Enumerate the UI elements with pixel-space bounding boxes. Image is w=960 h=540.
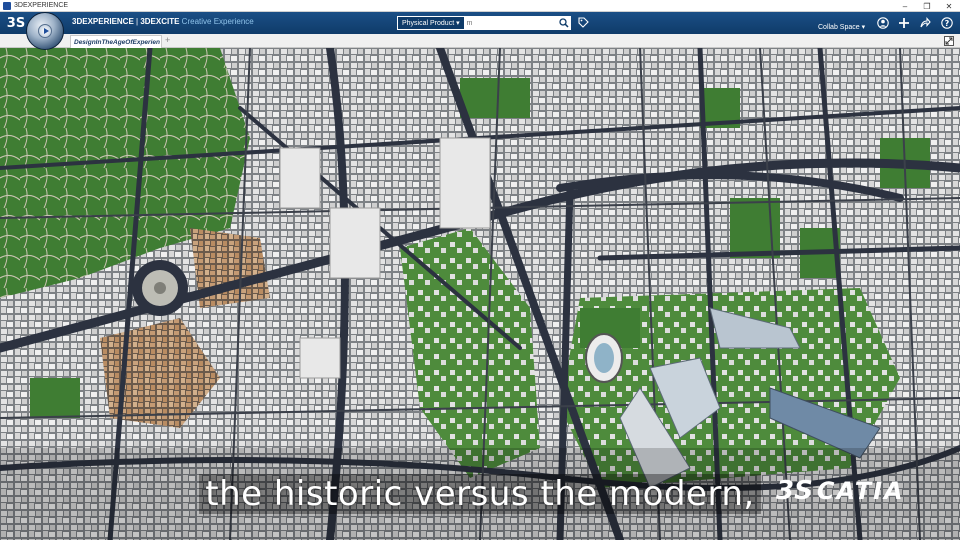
tab-design-experience[interactable]: DesignInTheAgeOfExperien xyxy=(70,35,162,48)
compass-widget[interactable] xyxy=(26,12,64,50)
window-controls: – ❐ ✕ xyxy=(894,0,960,12)
maximize-button[interactable]: ❐ xyxy=(916,0,938,12)
caption-text: the historic versus the modern, xyxy=(199,474,761,514)
top-bar: 3S 3DEXPERIENCE | 3DEXCITE Creative Expe… xyxy=(0,12,960,34)
add-tab-button[interactable]: + xyxy=(165,35,170,45)
search-scope-label: Physical Product xyxy=(402,19,455,27)
tag-icon[interactable] xyxy=(578,17,589,31)
app-icon xyxy=(3,1,11,10)
minimize-button[interactable]: – xyxy=(894,0,916,12)
add-icon[interactable] xyxy=(897,16,911,30)
search-bar: Physical Product ▾ xyxy=(397,16,571,30)
search-input[interactable] xyxy=(463,17,557,29)
search-scope-dropdown[interactable]: Physical Product ▾ xyxy=(398,17,464,29)
expand-icon[interactable] xyxy=(944,36,954,46)
svg-text:?: ? xyxy=(945,19,950,28)
share-icon[interactable] xyxy=(918,16,932,30)
app-title: 3DEXPERIENCE | 3DEXCITE Creative Experie… xyxy=(72,17,254,26)
play-icon[interactable] xyxy=(44,28,49,34)
search-icon[interactable] xyxy=(557,17,571,29)
catia-logo-text: CATIA xyxy=(816,477,905,505)
collab-space-label: Collab Space xyxy=(818,24,860,31)
tab-bar: DesignInTheAgeOfExperien + xyxy=(0,34,960,48)
catia-watermark: 3S CATIA xyxy=(776,476,905,506)
city-scene xyxy=(0,48,960,540)
close-button[interactable]: ✕ xyxy=(938,0,960,12)
window-title: 3DEXPERIENCE xyxy=(14,2,69,9)
app-label: 3DEXCITE xyxy=(140,17,180,26)
user-icon[interactable] xyxy=(876,16,890,30)
window-titlebar: 3DEXPERIENCE – ❐ ✕ xyxy=(0,0,960,12)
brand-label: 3DEXPERIENCE xyxy=(72,17,134,26)
ds-brand-icon: 3S xyxy=(776,476,813,506)
3d-viewport[interactable] xyxy=(0,48,960,540)
app-subtitle: Creative Experience xyxy=(179,17,254,26)
ds-logo-icon[interactable]: 3S xyxy=(6,15,26,31)
collab-space-dropdown[interactable]: Collab Space ▾ xyxy=(818,23,865,31)
help-icon[interactable]: ? xyxy=(940,16,954,30)
